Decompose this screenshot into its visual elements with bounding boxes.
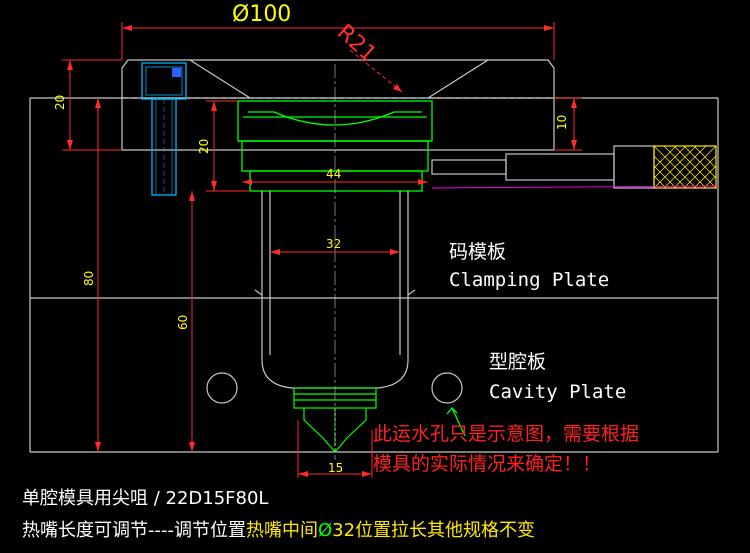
dim-dia100: Ø100 — [232, 2, 291, 27]
heater-mesh — [653, 145, 717, 189]
caption-line-2: 热嘴长度可调节----调节位置热嘴中间Ø32位置拉长其他规格不变 — [22, 516, 535, 542]
clamping-plate-label-cn: 码模板 — [449, 241, 506, 263]
cooling-hole-left — [206, 372, 238, 404]
note-line-1: 此运水孔只是示意图，需要根据 — [373, 423, 639, 445]
dim-20-left: 20 — [53, 95, 67, 110]
dim-60: 60 — [176, 315, 190, 330]
dim-32: 32 — [326, 237, 341, 251]
locating-ring — [121, 59, 555, 151]
cad-drawing: Ø100 R21 20 20 10 44 32 80 60 15 码模板 Cla… — [29, 2, 719, 478]
caption-line-2-highlight: 热嘴中间 — [245, 520, 318, 541]
caption-size: 32 — [332, 520, 356, 541]
screw — [141, 62, 187, 196]
clamping-plate-label-en: Clamping Plate — [449, 269, 609, 291]
caption-phi-symbol: Ø — [317, 520, 333, 541]
dim-20-inner: 20 — [197, 139, 211, 154]
heater-connector — [431, 145, 655, 189]
caption-line-2-prefix: 热嘴长度可调节----调节位置 — [22, 520, 246, 541]
screw-socket — [172, 68, 181, 77]
dim-10: 10 — [555, 115, 569, 130]
cavity-plate-label-en: Cavity Plate — [489, 381, 626, 403]
dim-44: 44 — [326, 167, 341, 181]
caption-line-2-suffix: 位置拉长其他规格不变 — [355, 520, 536, 541]
caption-line-1: 单腔模具用尖咀 / 22D15F80L — [22, 488, 269, 509]
cavity-plate-label-cn: 型腔板 — [489, 351, 546, 373]
note-line-2: 模具的实际情况来确定！！ — [373, 453, 601, 475]
dim-15: 15 — [328, 461, 343, 475]
clamping-plate — [29, 97, 719, 299]
cooling-hole-right — [431, 372, 463, 404]
dim-80: 80 — [82, 271, 96, 286]
